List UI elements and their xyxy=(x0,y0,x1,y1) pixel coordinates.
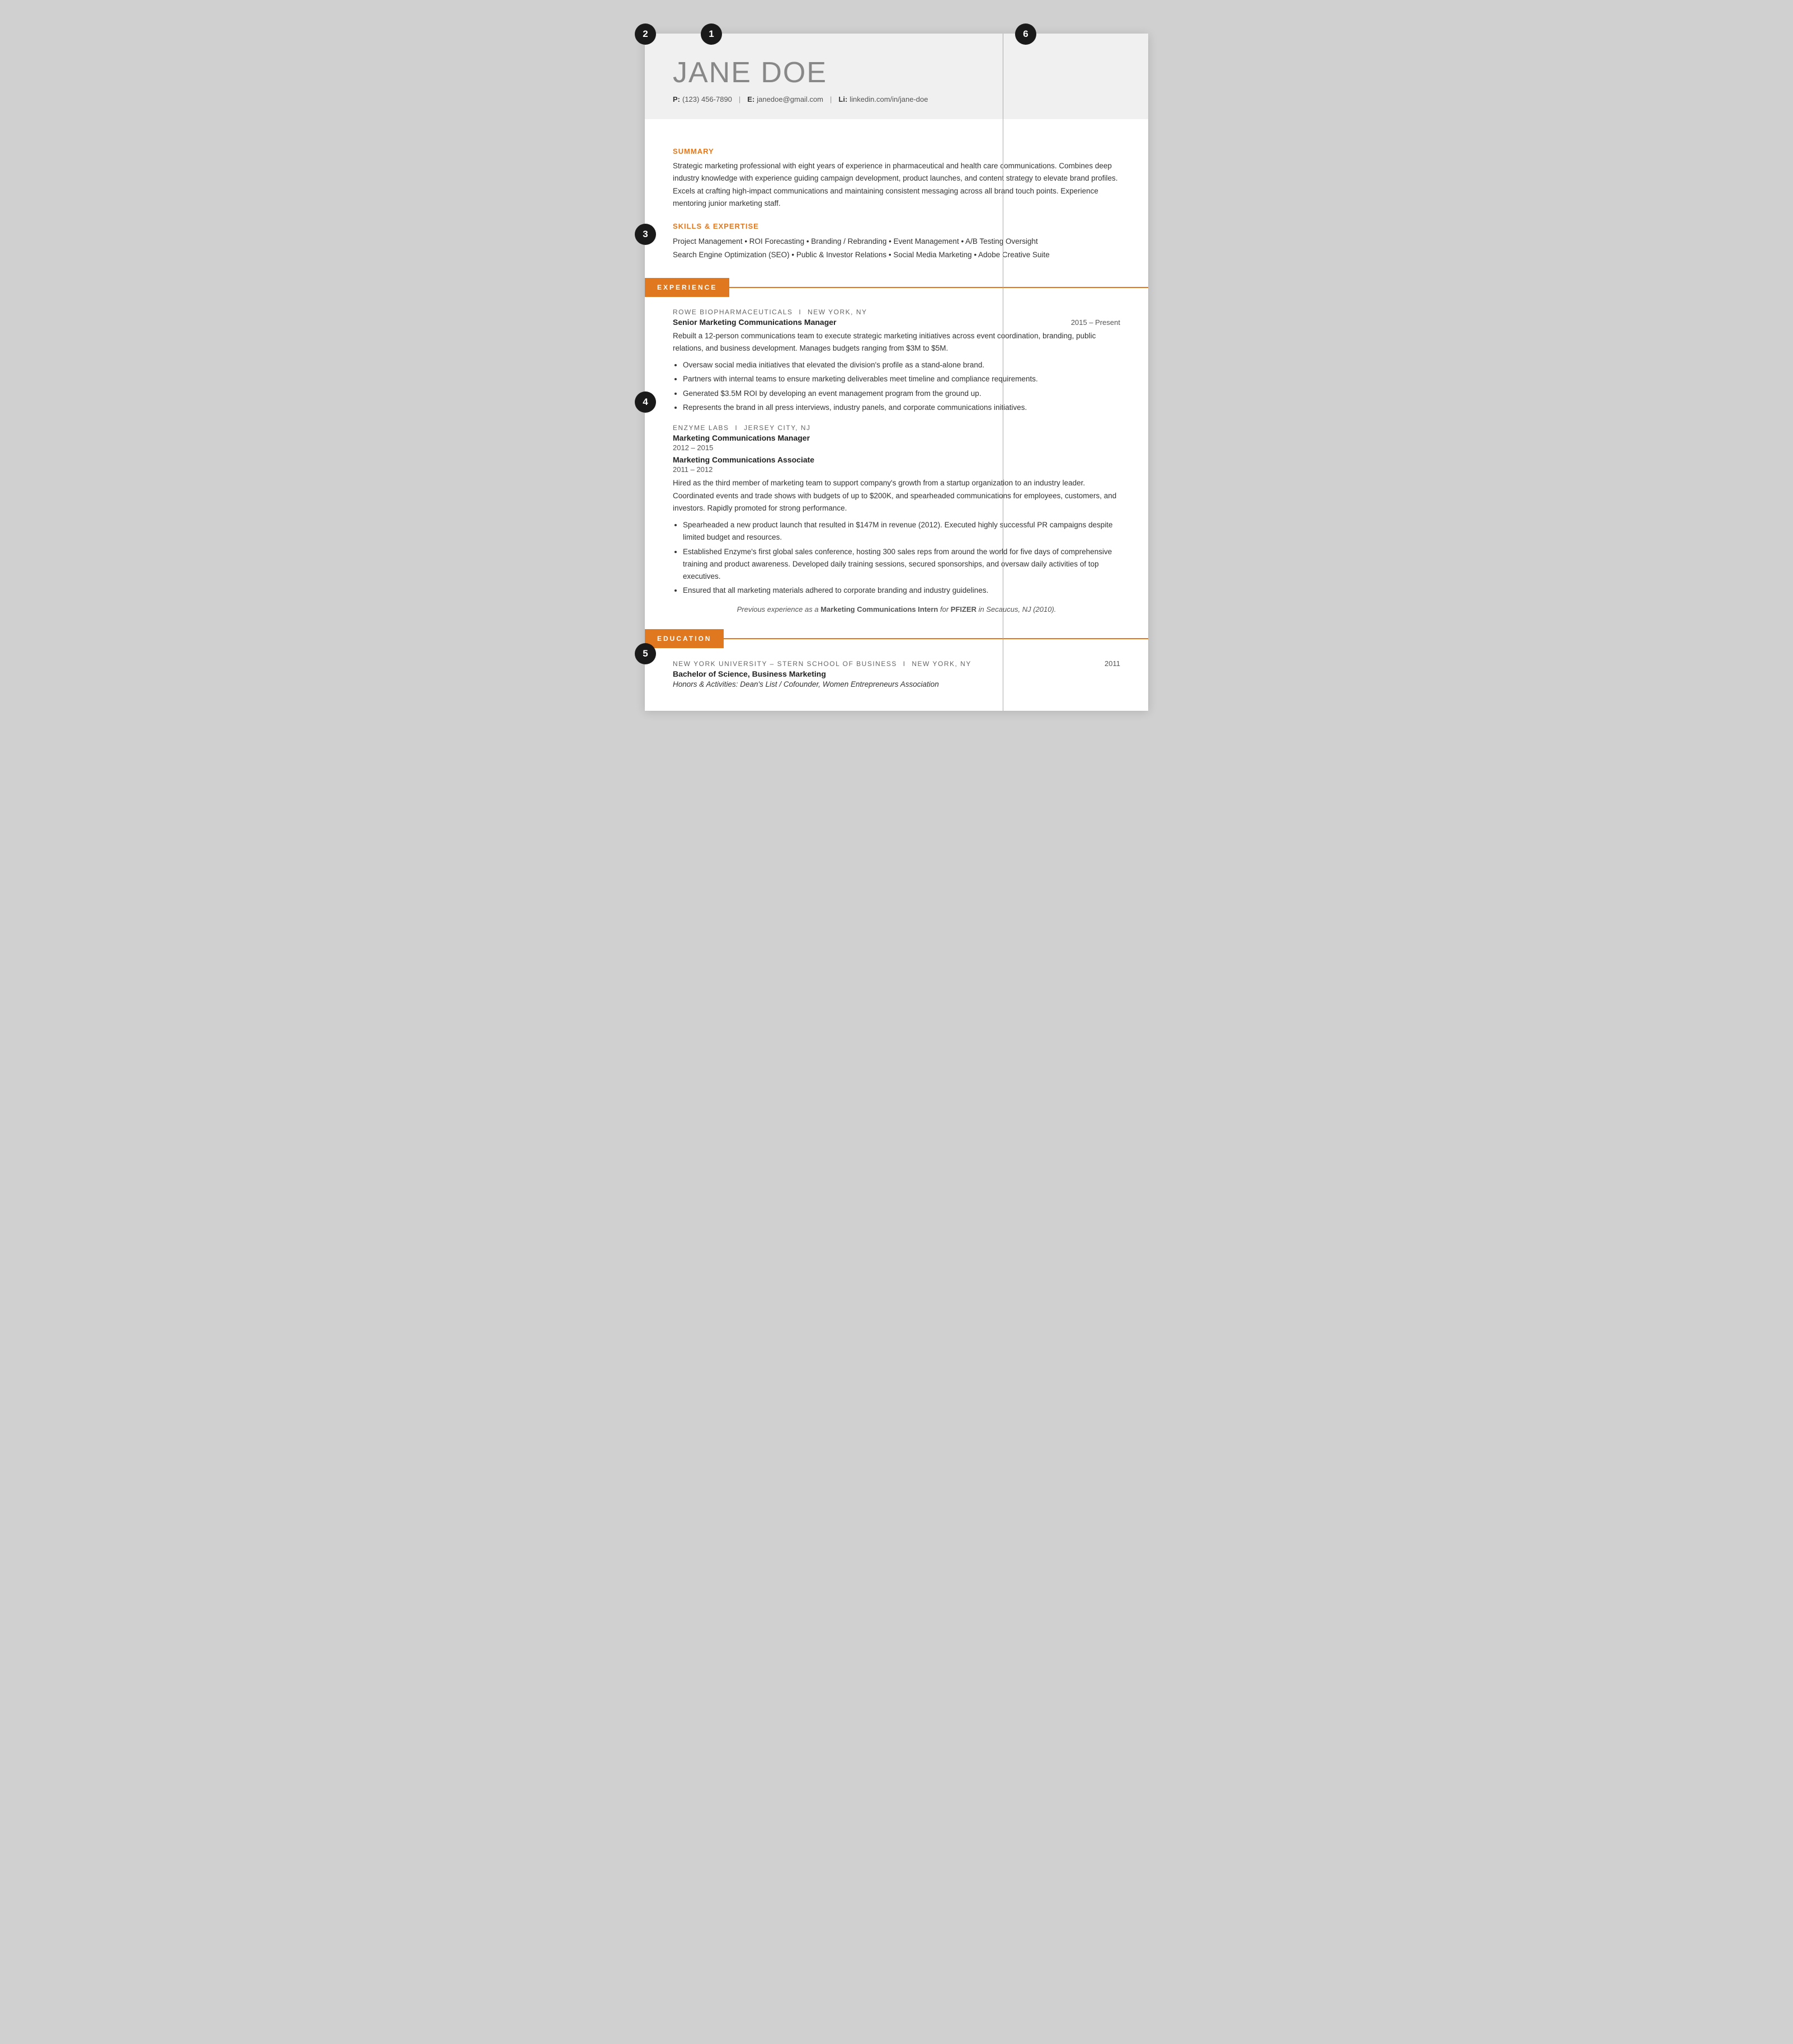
edu-year: 2011 xyxy=(1105,659,1120,668)
skills-heading: SKILLS & EXPERTISE xyxy=(673,222,1120,230)
resume-header: JANE DOE P: (123) 456-7890 | E: janedoe@… xyxy=(645,34,1148,119)
summary-heading: SUMMARY xyxy=(673,147,1120,155)
job-1-bullet-2: Partners with internal teams to ensure m… xyxy=(683,373,1120,385)
education-entry-1: NEW YORK UNIVERSITY – STERN SCHOOL OF BU… xyxy=(673,659,1120,688)
job-2-date2: 2011 – 2012 xyxy=(673,465,1120,474)
job-2-bullet-3: Ensured that all marketing materials adh… xyxy=(683,584,1120,597)
edu-degree: Bachelor of Science, Business Marketing xyxy=(673,669,1120,678)
job-1-title: Senior Marketing Communications Manager xyxy=(673,318,837,327)
experience-heading: EXPERIENCE xyxy=(645,278,729,297)
job-1-bullet-1: Oversaw social media initiatives that el… xyxy=(683,359,1120,371)
job-1-desc: Rebuilt a 12-person communications team … xyxy=(673,330,1120,355)
phone-value: (123) 456-7890 xyxy=(682,95,732,103)
annotation-6: 6 xyxy=(1015,23,1036,45)
edu-school-row: NEW YORK UNIVERSITY – STERN SCHOOL OF BU… xyxy=(673,659,1120,668)
experience-bar: EXPERIENCE xyxy=(645,278,1148,297)
email-label: E: xyxy=(747,95,754,103)
education-bar: EDUCATION xyxy=(645,629,1148,648)
job-2-title-row: Marketing Communications Manager xyxy=(673,433,1120,442)
skills-line1: Project Management • ROI Forecasting • B… xyxy=(673,235,1120,248)
annotation-5: 5 xyxy=(635,643,656,664)
annotation-3: 3 xyxy=(635,224,656,245)
annotation-1: 1 xyxy=(701,23,722,45)
job-1-title-row: Senior Marketing Communications Manager … xyxy=(673,318,1120,327)
job-2-bullet-1: Spearheaded a new product launch that re… xyxy=(683,519,1120,544)
job-1-date: 2015 – Present xyxy=(1071,318,1120,327)
resume-document: JANE DOE P: (123) 456-7890 | E: janedoe@… xyxy=(645,34,1148,711)
contact-info: P: (123) 456-7890 | E: janedoe@gmail.com… xyxy=(673,95,1120,103)
edu-school-name: NEW YORK UNIVERSITY – STERN SCHOOL OF BU… xyxy=(673,660,971,668)
candidate-name: JANE DOE xyxy=(673,56,1120,89)
skills-line2: Search Engine Optimization (SEO) • Publi… xyxy=(673,248,1120,262)
job-2: ENZYME LABS I Jersey City, NJ Marketing … xyxy=(673,424,1120,597)
linkedin-value: linkedin.com/in/jane-doe xyxy=(850,95,928,103)
job-2-company: ENZYME LABS I Jersey City, NJ xyxy=(673,424,1120,432)
sep-2: | xyxy=(830,95,832,103)
job-1-bullet-3: Generated $3.5M ROI by developing an eve… xyxy=(683,388,1120,400)
job-1-bullet-4: Represents the brand in all press interv… xyxy=(683,402,1120,414)
education-line xyxy=(724,638,1148,639)
summary-text: Strategic marketing professional with ei… xyxy=(673,160,1120,210)
email-value: janedoe@gmail.com xyxy=(757,95,823,103)
edu-honors: Honors & Activities: Dean's List / Cofou… xyxy=(673,680,1120,688)
previous-experience-note: Previous experience as a Marketing Commu… xyxy=(673,605,1120,613)
job-2-bullets: Spearheaded a new product launch that re… xyxy=(683,519,1120,597)
experience-line xyxy=(729,287,1148,288)
job-1-bullets: Oversaw social media initiatives that el… xyxy=(683,359,1120,414)
job-2-desc: Hired as the third member of marketing t… xyxy=(673,477,1120,514)
education-heading: EDUCATION xyxy=(645,629,724,648)
job-2-bullet-2: Established Enzyme's first global sales … xyxy=(683,546,1120,583)
phone-label: P: xyxy=(673,95,680,103)
linkedin-label: Li: xyxy=(838,95,847,103)
job-2-title2: Marketing Communications Associate xyxy=(673,455,1120,464)
resume-body: SUMMARY Strategic marketing professional… xyxy=(645,119,1148,711)
annotation-4: 4 xyxy=(635,391,656,413)
page-wrapper: 1 2 3 4 5 6 JANE DOE P: (123) 456-7890 |… xyxy=(645,34,1148,711)
job-2-title: Marketing Communications Manager xyxy=(673,433,810,442)
job-1-company: ROWE BIOPHARMACEUTICALS I New York, NY xyxy=(673,308,1120,316)
annotation-2: 2 xyxy=(635,23,656,45)
job-1: ROWE BIOPHARMACEUTICALS I New York, NY S… xyxy=(673,308,1120,414)
job-2-date: 2012 – 2015 xyxy=(673,443,1120,452)
sep-1: | xyxy=(739,95,740,103)
